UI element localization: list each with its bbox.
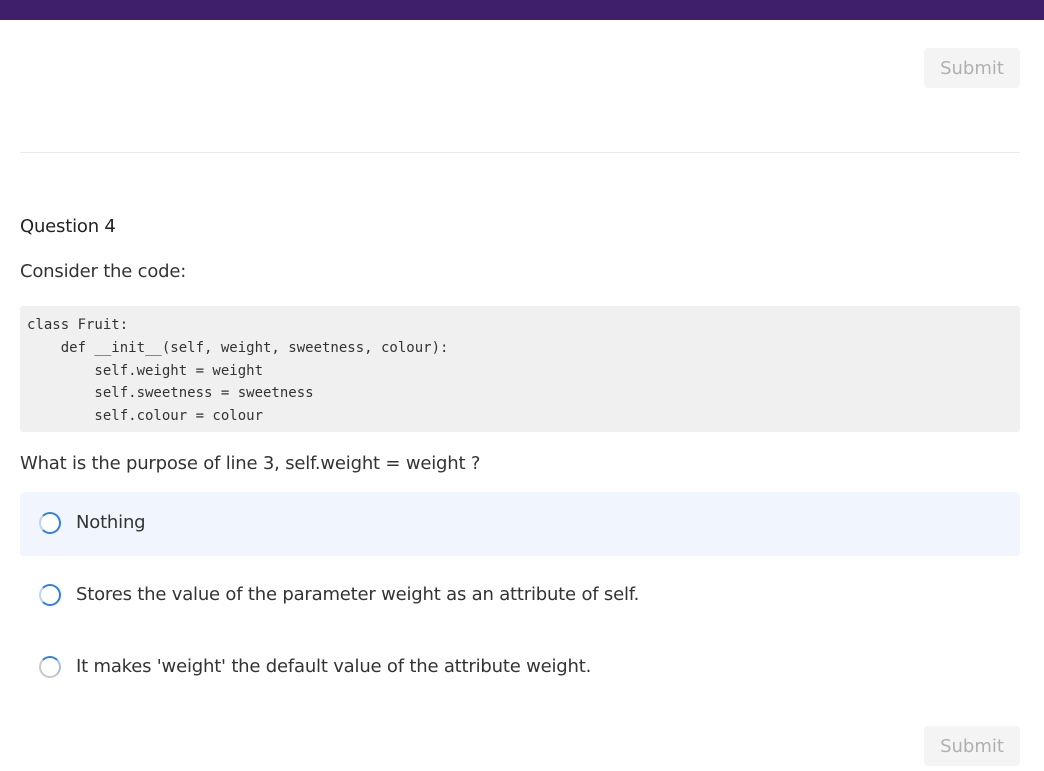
submit-button-bottom[interactable]: Submit	[924, 726, 1020, 766]
radio-button-icon[interactable]	[39, 512, 61, 534]
code-line: self.colour = colour	[27, 408, 264, 425]
answer-option-stores-attribute[interactable]: Stores the value of the parameter weight…	[20, 564, 1020, 628]
code-line: def __init__(self, weight, sweetness, co…	[27, 339, 449, 356]
question-intro: Consider the code:	[20, 261, 187, 282]
answer-option-label: It makes 'weight' the default value of t…	[76, 656, 592, 677]
radio-button-icon[interactable]	[39, 656, 61, 678]
code-line: self.weight = weight	[27, 362, 264, 379]
radio-button-icon[interactable]	[39, 584, 61, 606]
question-title: Question 4	[20, 216, 116, 237]
answer-option-default-value[interactable]: It makes 'weight' the default value of t…	[20, 636, 1020, 700]
answer-option-nothing[interactable]: Nothing	[20, 492, 1020, 556]
code-block: class Fruit: def __init__(self, weight, …	[20, 306, 1020, 432]
answer-option-label: Stores the value of the parameter weight…	[76, 584, 640, 605]
answer-option-label: Nothing	[76, 512, 146, 533]
top-header-bar	[0, 0, 1044, 20]
code-line: self.sweetness = sweetness	[27, 385, 314, 402]
question-prompt: What is the purpose of line 3, self.weig…	[20, 453, 481, 474]
code-line: class Fruit:	[27, 317, 129, 333]
submit-button-top[interactable]: Submit	[924, 48, 1020, 88]
section-divider	[20, 152, 1020, 153]
